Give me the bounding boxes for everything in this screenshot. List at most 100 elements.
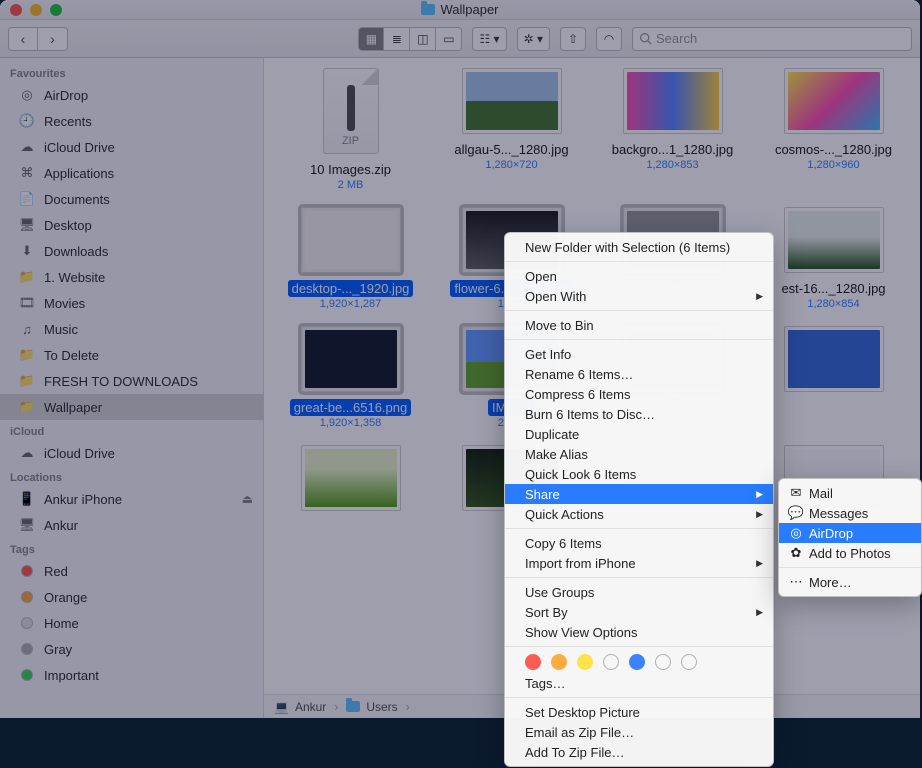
view-gallery-button[interactable]: ▭ [436, 27, 462, 51]
sidebar-item[interactable]: ⌘Applications [0, 160, 263, 186]
file-item[interactable] [271, 445, 431, 521]
submenu-item[interactable]: ✉Mail [779, 483, 921, 503]
sidebar-item[interactable]: ⬇Downloads [0, 238, 263, 264]
submenu-item[interactable]: ✿Add to Photos [779, 543, 921, 563]
menu-item[interactable]: Open [505, 266, 773, 286]
submenu-item[interactable]: ◎AirDrop [779, 523, 921, 543]
sidebar-item[interactable]: Important [0, 662, 263, 688]
submenu-item[interactable]: ⋯More… [779, 572, 921, 592]
sidebar-item[interactable]: ☁iCloud Drive [0, 134, 263, 160]
file-item[interactable]: allgau-5..._1280.jpg1,280×720 [432, 68, 592, 191]
menu-item[interactable]: Get Info [505, 344, 773, 364]
sidebar-item-label: Red [44, 564, 68, 579]
menu-item[interactable]: Tags… [505, 673, 773, 693]
movie-icon: 🎞 [18, 295, 36, 311]
file-item[interactable]: est-16..._1280.jpg1,280×854 [754, 207, 914, 310]
tag-color[interactable] [655, 654, 671, 670]
tag-dot-icon [18, 565, 36, 577]
menu-item[interactable]: Share [505, 484, 773, 504]
tag-color[interactable] [551, 654, 567, 670]
sidebar-item[interactable]: 📁Wallpaper [0, 394, 263, 420]
sidebar-item-label: 1. Website [44, 270, 105, 285]
menu-item[interactable]: Import from iPhone [505, 553, 773, 573]
menu-separator [505, 339, 773, 340]
menu-item[interactable]: Burn 6 Items to Disc… [505, 404, 773, 424]
menu-item[interactable]: Quick Actions [505, 504, 773, 524]
menu-item[interactable]: Sort By [505, 602, 773, 622]
back-button[interactable]: ‹ [8, 27, 38, 51]
menu-item[interactable]: Compress 6 Items [505, 384, 773, 404]
finder-window: Wallpaper ‹ › ▦ ≣ ◫ ▭ ☷ ▾ ✲ ▾ ⇧ ◠ Search [0, 0, 920, 718]
sidebar-item[interactable]: 🖥Ankur [0, 512, 263, 538]
search-icon [639, 32, 652, 45]
menu-item[interactable]: Duplicate [505, 424, 773, 444]
file-item[interactable] [754, 326, 914, 429]
tag-color[interactable] [629, 654, 645, 670]
menu-item[interactable]: Make Alias [505, 444, 773, 464]
sidebar-item[interactable]: Orange [0, 584, 263, 610]
sidebar-item[interactable]: 📁1. Website [0, 264, 263, 290]
sidebar-item[interactable]: 📁FRESH TO DOWNLOADS [0, 368, 263, 394]
sidebar-item[interactable]: Gray [0, 636, 263, 662]
sidebar-item[interactable]: 📱Ankur iPhone⏏ [0, 486, 263, 512]
sidebar-item[interactable]: 🕘Recents [0, 108, 263, 134]
view-list-button[interactable]: ≣ [384, 27, 410, 51]
menu-item[interactable]: Email as Zip File… [505, 722, 773, 742]
menu-item[interactable]: Show View Options [505, 622, 773, 642]
menu-item[interactable]: Quick Look 6 Items [505, 464, 773, 484]
menu-item[interactable]: New Folder with Selection (6 Items) [505, 237, 773, 257]
share-button[interactable]: ⇧ [560, 27, 586, 51]
thumbnail [462, 68, 562, 134]
tags-button[interactable]: ◠ [596, 27, 622, 51]
zip-icon: ZIP [323, 68, 379, 154]
menu-item[interactable]: Move to Bin [505, 315, 773, 335]
window-title: Wallpaper [440, 2, 498, 17]
menu-item[interactable]: Copy 6 Items [505, 533, 773, 553]
tag-color[interactable] [577, 654, 593, 670]
menu-item[interactable]: Use Groups [505, 582, 773, 602]
music-icon: ♫ [18, 322, 36, 337]
view-icons-button[interactable]: ▦ [358, 27, 384, 51]
sidebar-item[interactable]: 📁To Delete [0, 342, 263, 368]
tag-color[interactable] [681, 654, 697, 670]
sidebar-item[interactable]: 🖥Desktop [0, 212, 263, 238]
file-item[interactable]: backgro...1_1280.jpg1,280×853 [593, 68, 753, 191]
file-item[interactable]: cosmos-..._1280.jpg1,280×960 [754, 68, 914, 191]
clock-icon: 🕘 [18, 113, 36, 129]
thumbnail [301, 445, 401, 511]
arrange-button[interactable]: ☷ ▾ [472, 27, 506, 51]
airdrop-icon: ◎ [18, 87, 36, 103]
view-columns-button[interactable]: ◫ [410, 27, 436, 51]
file-meta: 1,920×1,287 [320, 298, 381, 310]
eject-icon[interactable]: ⏏ [242, 492, 253, 506]
submenu-item[interactable]: 💬Messages [779, 503, 921, 523]
sidebar-item[interactable]: Home [0, 610, 263, 636]
file-item[interactable]: ZIP10 Images.zip2 MB [271, 68, 431, 191]
file-name: great-be...6516.png [290, 399, 411, 416]
file-item[interactable]: desktop-..._1920.jpg1,920×1,287 [271, 207, 431, 310]
tag-color[interactable] [603, 654, 619, 670]
sidebar-item-label: To Delete [44, 348, 99, 363]
menu-item[interactable]: Set Desktop Picture [505, 702, 773, 722]
file-item[interactable]: great-be...6516.png1,920×1,358 [271, 326, 431, 429]
menu-item[interactable]: Open With [505, 286, 773, 306]
menu-item[interactable]: Rename 6 Items… [505, 364, 773, 384]
action-button[interactable]: ✲ ▾ [517, 27, 550, 51]
sidebar-item[interactable]: ♫ Music [0, 316, 263, 342]
sidebar-item[interactable]: ◎AirDrop [0, 82, 263, 108]
forward-button[interactable]: › [38, 27, 68, 51]
photos-icon: ✿ [788, 545, 804, 561]
menu-item[interactable]: Add To Zip File… [505, 742, 773, 762]
sidebar-item[interactable]: ☁iCloud Drive [0, 440, 263, 466]
sidebar-item[interactable]: 📄Documents [0, 186, 263, 212]
sidebar: Favourites◎AirDrop🕘Recents☁iCloud Drive⌘… [0, 58, 264, 718]
menu-separator [505, 261, 773, 262]
sidebar-item[interactable]: Red [0, 558, 263, 584]
file-meta: 2 MB [338, 179, 364, 191]
search-input[interactable]: Search [632, 27, 912, 51]
sidebar-item[interactable]: 🎞Movies [0, 290, 263, 316]
titlebar: Wallpaper [0, 0, 920, 20]
sidebar-item-label: Music [44, 322, 78, 337]
tag-color[interactable] [525, 654, 541, 670]
msg-icon: 💬 [788, 505, 804, 521]
